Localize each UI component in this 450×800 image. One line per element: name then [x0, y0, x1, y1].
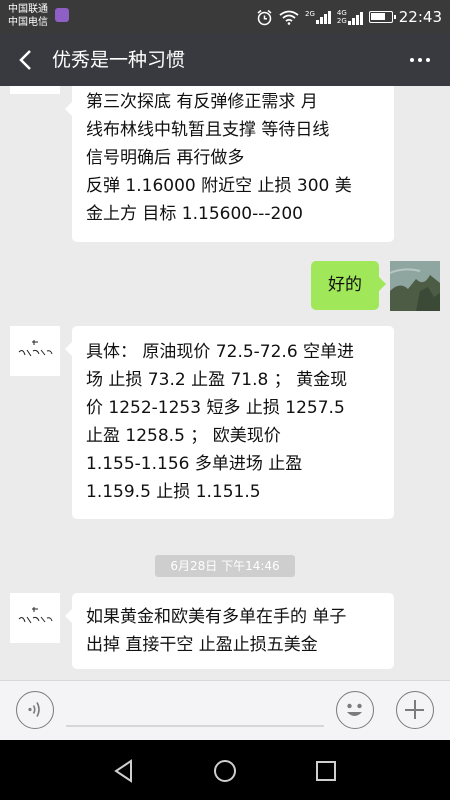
message-bubble-sent[interactable]: 好的 — [311, 261, 386, 310]
message-line: 如果黄金和欧美有多单在手的 单子 — [86, 607, 347, 627]
carrier-info: 中国联通 中国电信 — [8, 3, 48, 29]
nav-home-icon[interactable] — [212, 758, 238, 784]
more-dot — [410, 58, 414, 62]
network-1-label: 2G — [304, 10, 315, 18]
status-indicators: 2G 4G 2G 22:43 — [256, 0, 442, 34]
back-arrow-icon — [19, 50, 31, 70]
message-line: 1.155-1.156 多单进场 止盈 — [86, 454, 303, 474]
message-list[interactable]: 第三次探底 有反弹修正需求 月 线布林线中轨暂且支撑 等待日线 信号明确后 再行… — [0, 86, 450, 680]
more-button[interactable] — [404, 44, 436, 76]
carrier-1-label: 中国联通 — [8, 4, 48, 15]
app-notification-icon — [55, 8, 69, 22]
system-nav-bar — [0, 740, 450, 800]
nav-back-icon[interactable] — [111, 758, 137, 784]
signal-1: 2G — [305, 10, 331, 24]
message-bubble-received[interactable]: 具体： 原油现价 72.5-72.6 空单进 场 止损 73.2 止盈 71.8… — [65, 326, 394, 519]
message-timestamp: 6月28日 下午14:46 — [155, 555, 295, 577]
message-input[interactable] — [66, 725, 324, 727]
message-bubble-received[interactable]: 第三次探底 有反弹修正需求 月 线布林线中轨暂且支撑 等待日线 信号明确后 再行… — [65, 86, 394, 242]
message-line: 场 止损 73.2 止盈 71.8 ； 黄金现 — [86, 370, 348, 390]
emoji-icon — [347, 703, 362, 716]
wifi-icon — [279, 10, 299, 25]
contact-avatar[interactable] — [10, 86, 60, 94]
message-line: 第三次探底 有反弹修正需求 月 — [86, 92, 318, 112]
message-bubble-received[interactable]: 如果黄金和欧美有多单在手的 单子 出掉 直接干空 止盈止损五美金 — [65, 593, 394, 669]
alarm-icon — [257, 9, 272, 25]
emoji-button[interactable] — [336, 691, 374, 729]
status-time: 22:43 — [398, 8, 442, 26]
self-avatar[interactable] — [390, 261, 440, 311]
message-line: 1.159.5 止损 1.151.5 — [86, 482, 261, 502]
network-2-label: 4G — [336, 9, 347, 17]
more-dot — [426, 58, 430, 62]
signal-2-icon — [347, 11, 363, 25]
message-line: 好的 — [328, 275, 362, 295]
nav-recent-icon[interactable] — [313, 758, 339, 784]
plus-button[interactable] — [396, 691, 434, 729]
message-line: 出掉 直接干空 止盈止损五美金 — [86, 635, 318, 655]
signal-1-icon — [315, 10, 331, 24]
contact-avatar[interactable] — [10, 326, 60, 376]
message-line: 信号明确后 再行做多 — [86, 148, 245, 168]
calligraphy-logo-icon — [18, 607, 53, 624]
message-line: 反弹 1.16000 附近空 止损 300 美 — [86, 176, 352, 196]
message-line: 线布林线中轨暂且支撑 等待日线 — [86, 120, 330, 140]
message-line: 具体： 原油现价 72.5-72.6 空单进 — [86, 342, 355, 362]
landscape-avatar-icon — [390, 261, 440, 311]
more-dot — [418, 58, 422, 62]
voice-button[interactable] — [16, 691, 54, 729]
input-bar — [0, 680, 450, 740]
voice-icon — [28, 702, 40, 717]
message-line: 止盈 1258.5 ； 欧美现价 — [86, 426, 281, 446]
carrier-2-label: 中国电信 — [8, 17, 48, 28]
calligraphy-logo-icon — [18, 340, 53, 357]
message-line: 金上方 目标 1.15600---200 — [86, 204, 303, 224]
back-button[interactable] — [10, 44, 42, 76]
signal-2: 4G 2G — [337, 9, 363, 25]
message-line: 价 1252-1253 短多 止损 1257.5 — [86, 398, 345, 418]
status-bar: 中国联通 中国电信 2G 4G 2G 22:43 — [0, 0, 450, 34]
chat-title: 优秀是一种习惯 — [52, 49, 186, 71]
network-3-label: 2G — [336, 17, 347, 25]
chat-header: 优秀是一种习惯 — [0, 34, 450, 86]
battery-icon — [368, 11, 396, 23]
contact-avatar[interactable] — [10, 593, 60, 643]
